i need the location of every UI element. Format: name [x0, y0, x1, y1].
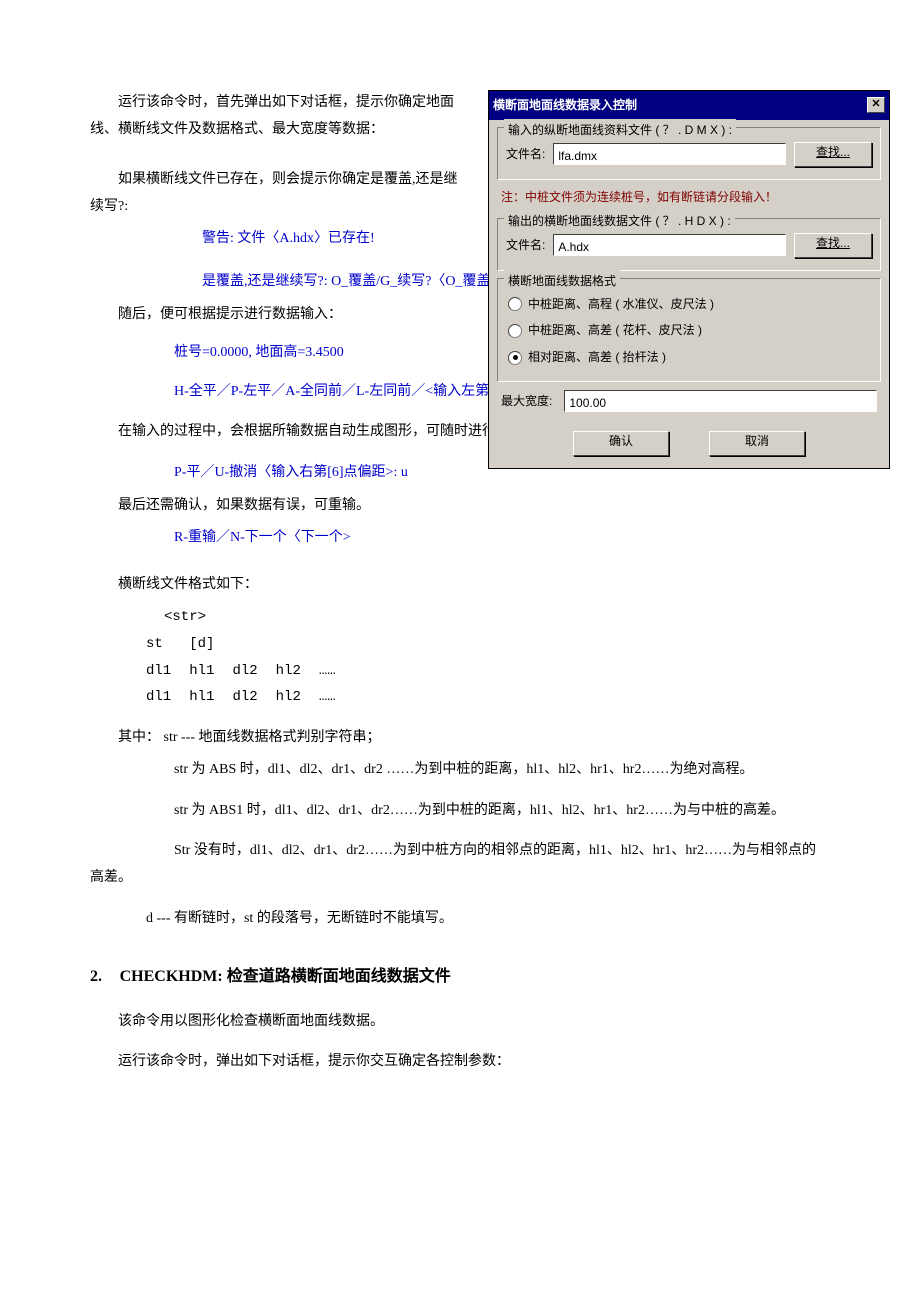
- input-note: 注：中桩文件须为连续桩号，如有断链请分段输入！: [489, 184, 889, 211]
- browse-input-button[interactable]: 查找...: [794, 142, 872, 167]
- ok-button[interactable]: 确认: [573, 431, 669, 456]
- fmt-cell: [d]: [189, 631, 232, 658]
- section-2-heading: 2. CHECKHDM: 检查道路横断面地面线数据文件: [90, 962, 830, 992]
- fmt-cell: hl2: [276, 658, 319, 685]
- radio-option-3[interactable]: 相对距离、高差 ( 抬杆法 ): [508, 346, 870, 369]
- fmt-cell: hl1: [189, 684, 232, 711]
- max-width-label: 最大宽度:: [501, 390, 552, 413]
- radio-option-2[interactable]: 中桩距离、高差 ( 花杆、皮尺法 ): [508, 319, 870, 342]
- dialog-cross-section-input: 横断面地面线数据录入控制 ✕ 输入的纵断地面线资料文件 ( ？ . D M X …: [488, 90, 890, 469]
- cli-line-r-prompt: R-重输／N-下一个〈下一个>: [90, 525, 830, 552]
- fmt-cell: dl2: [232, 658, 275, 685]
- input-file-field[interactable]: lfa.dmx: [553, 143, 786, 165]
- format-heading: 横断线文件格式如下：: [90, 572, 830, 599]
- paragraph: 运行该命令时，首先弹出如下对话框，提示你确定地面线、横断线文件及数据格式、最大宽…: [90, 90, 460, 143]
- output-file-label: 文件名:: [506, 234, 545, 257]
- group-input-file-label: 输入的纵断地面线资料文件 ( ？ . D M X ) :: [504, 119, 736, 142]
- group-data-format: 横断地面线数据格式 中桩距离、高程 ( 水准仪、皮尺法 ) 中桩距离、高差 ( …: [497, 278, 881, 382]
- paragraph: 最后还需确认，如果数据有误，可重输。: [90, 493, 830, 520]
- paragraph: 该命令用以图形化检查横断面地面线数据。: [90, 1009, 830, 1036]
- browse-output-button[interactable]: 查找...: [794, 233, 872, 258]
- output-file-field[interactable]: A.hdx: [553, 234, 786, 256]
- fmt-cell: ……: [319, 658, 354, 685]
- fmt-cell: ……: [319, 684, 354, 711]
- radio-icon: [508, 297, 522, 311]
- fmt-cell: <str>: [146, 604, 354, 631]
- close-icon[interactable]: ✕: [867, 97, 885, 113]
- dialog-titlebar[interactable]: 横断面地面线数据录入控制 ✕: [489, 91, 889, 120]
- format-table: <str> st [d] dl1 hl1 dl2 hl2 …… dl1 hl1 …: [146, 604, 354, 710]
- radio-option-1[interactable]: 中桩距离、高程 ( 水准仪、皮尺法 ): [508, 293, 870, 316]
- where-lead: 其中： str --- 地面线数据格式判别字符串；: [90, 725, 830, 752]
- radio-label-2: 中桩距离、高差 ( 花杆、皮尺法 ): [528, 319, 702, 342]
- radio-label-1: 中桩距离、高程 ( 水准仪、皮尺法 ): [528, 293, 714, 316]
- max-width-field[interactable]: 100.00: [564, 390, 877, 412]
- where-d: d --- 有断链时，st 的段落号，无断链时不能填写。: [90, 906, 830, 933]
- group-output-file: 输出的横断地面线数据文件 ( ？ . H D X ) : 文件名: A.hdx …: [497, 218, 881, 271]
- fmt-cell: dl2: [232, 684, 275, 711]
- fmt-cell: dl1: [146, 658, 189, 685]
- cancel-button[interactable]: 取消: [709, 431, 805, 456]
- where-none: Str 没有时，dl1、dl2、dr1、dr2……为到中桩方向的相邻点的距离，h…: [90, 838, 830, 891]
- radio-label-3: 相对距离、高差 ( 抬杆法 ): [528, 346, 666, 369]
- section-2-title: CHECKHDM: 检查道路横断面地面线数据文件: [120, 968, 451, 985]
- radio-icon: [508, 351, 522, 365]
- fmt-cell: hl2: [276, 684, 319, 711]
- fmt-cell: hl1: [189, 658, 232, 685]
- where-abs1: str 为 ABS1 时，dl1、dl2、dr1、dr2……为到中桩的距离，hl…: [90, 798, 830, 825]
- fmt-cell: dl1: [146, 684, 189, 711]
- group-input-file: 输入的纵断地面线资料文件 ( ？ . D M X ) : 文件名: lfa.dm…: [497, 127, 881, 180]
- fmt-cell: st: [146, 631, 189, 658]
- radio-icon: [508, 324, 522, 338]
- group-data-format-label: 横断地面线数据格式: [504, 270, 620, 293]
- section-2-number: 2.: [90, 962, 116, 992]
- group-output-file-label: 输出的横断地面线数据文件 ( ？ . H D X ) :: [504, 210, 735, 233]
- paragraph: 运行该命令时，弹出如下对话框，提示你交互确定各控制参数：: [90, 1049, 830, 1076]
- dialog-title: 横断面地面线数据录入控制: [493, 94, 637, 117]
- input-file-label: 文件名:: [506, 143, 545, 166]
- paragraph: 如果横断线文件已存在，则会提示你确定是覆盖,还是继续写?:: [90, 167, 460, 220]
- where-abs: str 为 ABS 时，dl1、dl2、dr1、dr2 ……为到中桩的距离，hl…: [90, 757, 830, 784]
